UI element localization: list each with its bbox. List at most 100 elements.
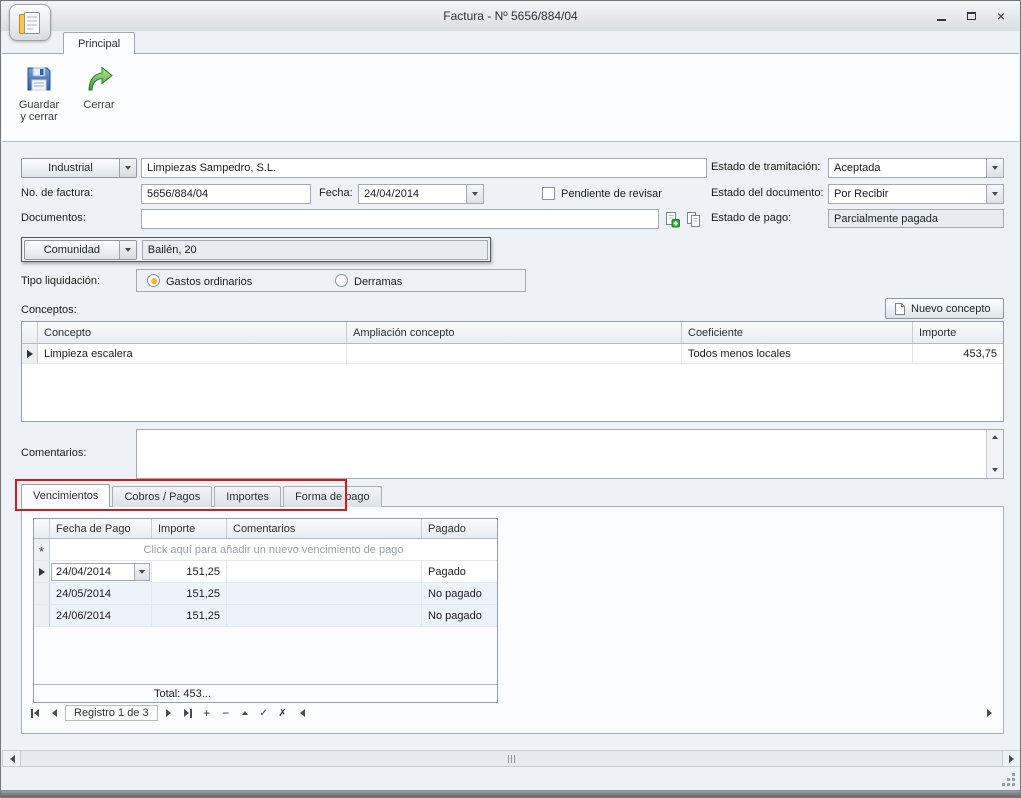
column-header-importe[interactable]: Importe	[913, 322, 1003, 343]
cell-concepto[interactable]: Limpieza escalera	[38, 344, 347, 363]
tab-cobros-pagos[interactable]: Cobros / Pagos	[112, 486, 212, 507]
estado-documento-dropdown-arrow[interactable]	[986, 185, 1003, 203]
column-header-fecha-pago[interactable]: Fecha de Pago	[50, 519, 152, 538]
window-title: Factura - Nº 5656/884/04	[1, 9, 1020, 23]
close-button[interactable]: ×	[992, 8, 1010, 24]
chevron-down-icon	[125, 166, 131, 173]
cell-importe[interactable]: 151,25	[152, 561, 227, 582]
cell-importe[interactable]: 453,75	[913, 344, 1003, 363]
new-row[interactable]: * Click aquí para añadir un nuevo vencim…	[34, 539, 497, 561]
ribbon-tab-principal[interactable]: Principal	[63, 32, 135, 54]
provider-type-dropdown-arrow[interactable]	[119, 159, 136, 177]
ribbon: Guardar y cerrar Cerrar	[2, 53, 1019, 142]
fecha-date-picker[interactable]: 24/04/2014	[358, 184, 484, 204]
scroll-right-button[interactable]	[1003, 751, 1020, 766]
previous-record-button[interactable]	[46, 706, 62, 721]
nuevo-concepto-button[interactable]: Nuevo concepto	[885, 298, 1004, 319]
vencimiento-row[interactable]: 24/04/2014 151,25 Pagado	[34, 561, 497, 583]
cell-importe[interactable]: 151,25	[152, 605, 227, 626]
pendiente-revisar-checkbox[interactable]	[542, 187, 555, 200]
no-factura-field[interactable]: 5656/884/04	[141, 184, 311, 204]
append-record-button[interactable]: +	[199, 706, 215, 721]
copy-document-button[interactable]	[683, 209, 702, 229]
scroll-down-button[interactable]	[987, 463, 1003, 478]
column-header-importe[interactable]: Importe	[152, 519, 227, 538]
cell-comentarios[interactable]	[227, 605, 422, 626]
ribbon-tab-label: Principal	[78, 38, 120, 50]
column-header-ampliacion[interactable]: Ampliación concepto	[347, 322, 682, 343]
cell-ampliacion[interactable]	[347, 344, 682, 363]
cell-pagado[interactable]: No pagado	[422, 605, 497, 626]
grid-scroll-left-button[interactable]	[294, 706, 310, 721]
tab-vencimientos[interactable]: Vencimientos	[21, 484, 110, 507]
grid-scroll-right-button[interactable]	[982, 706, 998, 721]
scroll-up-button[interactable]	[987, 430, 1003, 445]
cell-fecha[interactable]: 24/05/2014	[50, 583, 152, 604]
cell-pagado[interactable]: Pagado	[422, 561, 497, 582]
window-horizontal-scrollbar[interactable]	[2, 750, 1021, 767]
arrow-right-icon	[987, 709, 996, 717]
new-row-hint[interactable]: Click aquí para añadir un nuevo vencimie…	[50, 539, 497, 560]
column-header-concepto[interactable]: Concepto	[38, 322, 347, 343]
last-record-button[interactable]	[180, 706, 196, 721]
conceptos-row[interactable]: Limpieza escalera Todos menos locales 45…	[22, 344, 1003, 364]
grid-scrollbar-track[interactable]	[313, 706, 979, 721]
vencimiento-row[interactable]: 24/05/2014 151,25 No pagado	[34, 583, 497, 605]
radio-derramas[interactable]	[335, 274, 348, 287]
comentarios-scrollbar[interactable]	[986, 430, 1003, 478]
row-indicator	[34, 561, 50, 582]
comunidad-value: Bailén, 20	[148, 244, 197, 256]
maximize-button[interactable]	[962, 8, 980, 24]
cell-coeficiente[interactable]: Todos menos locales	[682, 344, 913, 363]
add-document-button[interactable]	[662, 209, 681, 229]
titlebar[interactable]: Factura - Nº 5656/884/04 ×	[1, 1, 1020, 31]
edit-record-button[interactable]	[237, 706, 253, 721]
resize-grip[interactable]	[1002, 773, 1015, 786]
cell-importe[interactable]: 151,25	[152, 583, 227, 604]
provider-type-dropdown-button[interactable]: Industrial	[21, 158, 137, 178]
app-menu-button[interactable]	[9, 4, 51, 41]
vencimientos-grid: Fecha de Pago Importe Comentarios Pagado…	[33, 518, 498, 703]
comunidad-dropdown-button[interactable]: Comunidad	[24, 240, 137, 260]
comentarios-textarea[interactable]	[136, 429, 1004, 479]
first-record-button[interactable]	[27, 706, 43, 721]
cell-comentarios[interactable]	[227, 561, 422, 582]
close-form-button[interactable]: Cerrar	[72, 59, 126, 137]
cell-pagado[interactable]: No pagado	[422, 583, 497, 604]
new-concept-icon	[894, 302, 906, 316]
vencimiento-row[interactable]: 24/06/2014 151,25 No pagado	[34, 605, 497, 627]
estado-pago-value: Parcialmente pagada	[834, 213, 938, 225]
delete-record-button[interactable]: −	[218, 706, 234, 721]
documentos-field[interactable]	[141, 209, 659, 229]
column-header-pagado[interactable]: Pagado	[422, 519, 497, 538]
column-header-comentarios[interactable]: Comentarios	[227, 519, 422, 538]
post-edit-button[interactable]: ✓	[256, 706, 272, 721]
tab-forma-pago[interactable]: Forma de pago	[283, 486, 382, 507]
column-header-coeficiente[interactable]: Coeficiente	[682, 322, 913, 343]
new-row-indicator: *	[34, 539, 50, 560]
scrollbar-thumb[interactable]	[20, 751, 1003, 766]
next-record-button[interactable]	[161, 706, 177, 721]
radio-gastos-ordinarios-label: Gastos ordinarios	[166, 276, 252, 288]
tab-importes[interactable]: Importes	[214, 486, 281, 507]
cell-comentarios[interactable]	[227, 583, 422, 604]
cell-fecha[interactable]: 24/06/2014	[50, 605, 152, 626]
comunidad-field[interactable]: Bailén, 20	[142, 240, 488, 260]
provider-name-field[interactable]: Limpiezas Sampedro, S.L.	[141, 158, 707, 178]
minimize-button[interactable]	[932, 8, 950, 24]
radio-gastos-ordinarios[interactable]	[147, 274, 160, 287]
cancel-edit-button[interactable]: ✗	[275, 706, 291, 721]
estado-documento-combo[interactable]: Por Recibir	[828, 184, 1004, 204]
comunidad-dropdown-arrow[interactable]	[119, 241, 136, 259]
estado-tramitacion-combo[interactable]: Aceptada	[828, 158, 1004, 178]
fecha-pago-editor[interactable]: 24/04/2014	[51, 563, 150, 581]
maximize-icon	[967, 12, 976, 20]
tab-forma-pago-label: Forma de pago	[295, 491, 370, 503]
estado-tramitacion-dropdown-arrow[interactable]	[986, 159, 1003, 177]
save-and-close-button[interactable]: Guardar y cerrar	[12, 59, 66, 137]
comunidad-button-label: Comunidad	[25, 241, 119, 259]
row-indicator	[34, 605, 50, 626]
fecha-pago-dropdown-arrow[interactable]	[134, 564, 149, 580]
fecha-dropdown-arrow[interactable]	[466, 185, 483, 203]
scroll-left-button[interactable]	[3, 751, 20, 766]
